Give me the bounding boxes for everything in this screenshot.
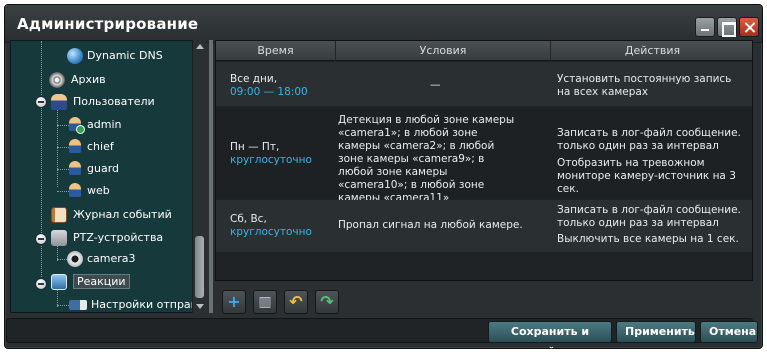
tree-item-label: Настройки отправки (91, 298, 206, 311)
scroll-up-icon[interactable] (196, 44, 204, 49)
tree-item-archive[interactable]: Архив (49, 70, 106, 90)
condition-text: — (430, 79, 441, 91)
tree-item-label: Журнал событий (73, 208, 172, 221)
title-bar[interactable]: Администрирование (5, 5, 762, 43)
time-days: Сб, Вс, (230, 213, 267, 225)
reactions-table: Время Условия Действия Все дни, 09:00 — … (215, 40, 753, 281)
send-icon (69, 300, 87, 310)
collapse-users-icon[interactable] (35, 96, 47, 108)
camera-icon (67, 251, 83, 267)
tree-item-users[interactable]: Пользователи (51, 92, 155, 112)
tree-item-send-settings[interactable]: Настройки отправки (69, 295, 206, 312)
delete-icon: ▥ (258, 294, 272, 310)
tree-item-label: Архив (71, 73, 106, 86)
tree-item-label: PTZ-устройства (73, 231, 164, 244)
tree-item-guard[interactable]: guard (67, 159, 119, 179)
user-icon (69, 161, 81, 175)
tree-item-reactions[interactable]: Реакции (51, 272, 130, 292)
action-text: Отобразить на тревожном мониторе камеру-… (557, 157, 736, 195)
tree-item-label: web (87, 184, 110, 197)
undo-icon: ↶ (289, 292, 303, 311)
table-row[interactable]: Пн — Пт, круглосуточно Детекция в любой … (216, 107, 752, 204)
panel-divider (215, 281, 753, 287)
action-text: Выключить все камеры на 1 сек. (557, 233, 739, 245)
user-icon (69, 183, 81, 197)
tree-item-event-log[interactable]: Журнал событий (51, 205, 172, 225)
cancel-button[interactable]: Отмена (700, 321, 758, 343)
minimize-icon[interactable] (695, 17, 715, 37)
tree-item-label: Dynamic DNS (87, 49, 163, 62)
table-row[interactable]: Все дни, 09:00 — 18:00 — Установить пост… (216, 62, 752, 106)
column-header-actions[interactable]: Действия (551, 41, 754, 61)
time-days: Все дни, (230, 73, 278, 85)
archive-reel-icon (49, 72, 65, 88)
redo-button[interactable]: ↷ (315, 290, 339, 314)
time-range: круглосуточно (230, 226, 312, 238)
tree-item-label: guard (87, 162, 120, 175)
time-range: 09:00 — 18:00 (230, 86, 308, 98)
redo-icon: ↷ (320, 292, 334, 311)
panel-splitter[interactable] (209, 40, 213, 313)
settings-tree[interactable]: Dynamic DNS Архив Пользователи admin chi… (10, 40, 206, 313)
table-row[interactable]: Сб, Вс, круглосуточно Пропал сигнал на л… (216, 200, 752, 252)
condition-text: Детекция в любой зоне камеры «camera1»; … (338, 114, 515, 204)
add-button[interactable]: + (222, 290, 246, 314)
action-text: Установить постоянную запись на всех кам… (557, 73, 732, 98)
column-header-time[interactable]: Время (216, 41, 336, 61)
tree-item-label: chief (87, 140, 114, 153)
add-icon: + (227, 292, 241, 311)
user-icon (69, 139, 81, 153)
tree-item-dynamic-dns[interactable]: Dynamic DNS (67, 46, 163, 66)
collapse-reactions-icon[interactable] (35, 278, 47, 290)
globe-icon (67, 48, 83, 64)
tree-scrollbar[interactable] (192, 40, 206, 313)
tree-item-label: Реакции (73, 274, 130, 289)
tree-item-web[interactable]: web (67, 181, 110, 201)
time-range: круглосуточно (230, 154, 312, 166)
delete-button[interactable]: ▥ (253, 290, 277, 314)
action-text: Записать в лог-файл сообщение. только од… (557, 204, 741, 229)
tree-item-ptz[interactable]: PTZ-устройства (51, 228, 163, 248)
tree-item-label: Пользователи (73, 95, 155, 108)
tree-item-admin[interactable]: admin (67, 115, 121, 135)
table-header: Время Условия Действия (216, 41, 752, 61)
scroll-thumb[interactable] (195, 236, 204, 298)
collapse-ptz-icon[interactable] (35, 233, 47, 245)
tree-item-chief[interactable]: chief (67, 137, 114, 157)
journal-icon (51, 207, 67, 223)
tree-item-label: admin (87, 118, 122, 131)
column-header-conditions[interactable]: Условия (336, 41, 551, 61)
close-icon[interactable] (739, 17, 759, 37)
time-days: Пн — Пт, (230, 141, 280, 153)
tree-item-label: camera3 (87, 252, 136, 265)
users-icon (51, 94, 67, 110)
apply-button[interactable]: Применить (616, 321, 696, 343)
condition-text: Пропал сигнал на любой камере. (338, 219, 523, 231)
scroll-down-icon[interactable] (196, 304, 204, 309)
undo-button[interactable]: ↶ (284, 290, 308, 314)
check-icon (76, 125, 85, 134)
save-and-exit-button[interactable]: Сохранить и выйти (488, 321, 612, 358)
reactions-icon (51, 274, 67, 290)
action-text: Записать в лог-файл сообщение. только од… (557, 127, 741, 152)
maximize-icon[interactable] (717, 17, 737, 37)
window-title: Администрирование (17, 15, 199, 33)
ptz-icon (51, 230, 67, 246)
tree-item-camera3[interactable]: camera3 (67, 249, 136, 269)
